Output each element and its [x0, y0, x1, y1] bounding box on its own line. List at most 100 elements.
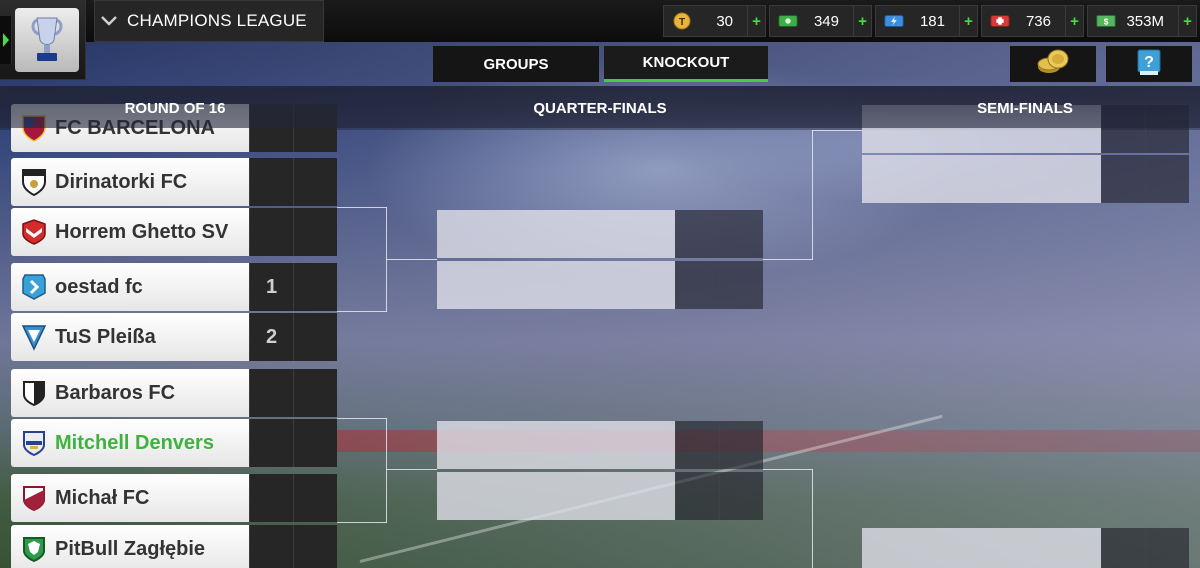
- team-score-2: [293, 208, 337, 256]
- competition-title: CHAMPIONS LEAGUE: [127, 11, 307, 30]
- currency-health[interactable]: 736 +: [981, 5, 1084, 37]
- qf-slot[interactable]: [437, 210, 763, 258]
- quarter-finals-header: QUARTER-FINALS: [533, 100, 667, 117]
- sf-slot-score: [1101, 528, 1145, 568]
- qf-slot[interactable]: [437, 421, 763, 469]
- svg-text:T: T: [679, 17, 685, 28]
- help-button[interactable]: ?: [1106, 46, 1192, 82]
- bracket-line: [337, 311, 387, 312]
- trophy-icon: [15, 8, 79, 72]
- competition-tile[interactable]: [0, 0, 86, 80]
- qf-slot-score: [719, 210, 763, 258]
- chevron-down-icon: [95, 16, 123, 26]
- team-crest-icon: [21, 325, 47, 351]
- team-name: oestad fc: [55, 275, 143, 298]
- team-score-2: [293, 525, 337, 568]
- cash-value: 349: [813, 12, 839, 30]
- team-score-2: [293, 419, 337, 467]
- team-score-2: [293, 263, 337, 311]
- team-score: 1: [249, 263, 293, 311]
- team-row[interactable]: Dirinatorki FC: [11, 158, 337, 206]
- bracket-line: [812, 130, 813, 260]
- team-score: [249, 474, 293, 522]
- qf-slot-name: [437, 261, 675, 309]
- team-crest-icon: [23, 486, 45, 512]
- currency-tokens[interactable]: T 30 +: [663, 5, 766, 37]
- team-score-2: [293, 313, 337, 361]
- currency-energy[interactable]: 181 +: [875, 5, 978, 37]
- rewards-button[interactable]: [1010, 46, 1096, 82]
- money-value: 353M: [1126, 12, 1164, 30]
- energy-value: 181: [919, 12, 945, 30]
- currency-cash[interactable]: 349 +: [769, 5, 872, 37]
- qf-slot-score: [675, 421, 719, 469]
- health-icon: [990, 13, 1010, 29]
- bracket-line: [386, 469, 437, 470]
- bracket-line: [337, 522, 387, 523]
- qf-slot[interactable]: [437, 261, 763, 309]
- coins-icon: [1033, 47, 1073, 82]
- tab-knockout[interactable]: KNOCKOUT: [604, 46, 768, 82]
- bracket-line: [386, 418, 387, 523]
- energy-icon: [884, 13, 904, 29]
- add-cash-button[interactable]: +: [853, 6, 871, 36]
- tokens-value: 30: [716, 12, 733, 30]
- add-money-button[interactable]: +: [1178, 6, 1196, 36]
- team-crest-icon: [22, 219, 46, 245]
- currency-money[interactable]: $ 353M +: [1087, 5, 1197, 37]
- competition-dropdown[interactable]: CHAMPIONS LEAGUE: [94, 0, 324, 42]
- sf-slot[interactable]: [862, 155, 1189, 203]
- sf-slot[interactable]: [862, 528, 1189, 568]
- team-score: [249, 525, 293, 568]
- team-row[interactable]: Michał FC: [11, 474, 337, 522]
- sf-slot-name: [862, 528, 1101, 568]
- bracket-line: [337, 418, 387, 419]
- qf-slot-score: [719, 421, 763, 469]
- sf-slot-score: [1145, 155, 1189, 203]
- sf-slot-score: [1145, 528, 1189, 568]
- team-score-2: [293, 369, 337, 417]
- team-crest-icon: [23, 381, 45, 407]
- team-row[interactable]: TuS Pleißa 2: [11, 313, 337, 361]
- add-health-button[interactable]: +: [1065, 6, 1083, 36]
- team-score: [249, 208, 293, 256]
- team-name-cell: Horrem Ghetto SV: [11, 208, 249, 256]
- help-book-icon: ?: [1134, 47, 1164, 82]
- qf-slot-score: [719, 472, 763, 520]
- qf-slot-score: [675, 210, 719, 258]
- qf-slot-name: [437, 210, 675, 258]
- qf-slot[interactable]: [437, 472, 763, 520]
- team-name-cell: Barbaros FC: [11, 369, 249, 417]
- team-crest-icon: [22, 274, 46, 300]
- semi-finals-header: SEMI-FINALS: [977, 100, 1073, 117]
- bracket-line: [763, 259, 813, 260]
- qf-slot-score: [675, 261, 719, 309]
- qf-slot-score: [675, 472, 719, 520]
- team-name: Barbaros FC: [55, 381, 176, 404]
- team-name: Michał FC: [55, 486, 150, 509]
- team-row[interactable]: PitBull Zagłębie: [11, 525, 337, 568]
- side-menu-arrow-icon[interactable]: [0, 16, 12, 64]
- team-row[interactable]: Horrem Ghetto SV: [11, 208, 337, 256]
- cash-icon: [778, 13, 798, 29]
- team-name: Dirinatorki FC: [55, 170, 188, 193]
- team-score: 2: [249, 313, 293, 361]
- bracket-line: [386, 259, 437, 260]
- money-icon: $: [1096, 13, 1116, 29]
- team-name-cell: Mitchell Denvers: [11, 419, 249, 467]
- add-energy-button[interactable]: +: [959, 6, 977, 36]
- team-row[interactable]: Barbaros FC: [11, 369, 337, 417]
- team-row[interactable]: oestad fc 1: [11, 263, 337, 311]
- bracket-line: [337, 207, 387, 208]
- team-name-cell: TuS Pleißa: [11, 313, 249, 361]
- add-tokens-button[interactable]: +: [747, 6, 765, 36]
- team-name-cell: Dirinatorki FC: [11, 158, 249, 206]
- tab-groups[interactable]: GROUPS: [433, 46, 599, 82]
- team-name: TuS Pleißa: [55, 325, 156, 348]
- team-crest-icon: [22, 169, 46, 196]
- round-of-16-header: ROUND OF 16: [124, 100, 226, 117]
- qf-slot-name: [437, 472, 675, 520]
- team-crest-icon: [23, 431, 45, 457]
- qf-slot-name: [437, 421, 675, 469]
- team-row-user[interactable]: Mitchell Denvers: [11, 419, 337, 467]
